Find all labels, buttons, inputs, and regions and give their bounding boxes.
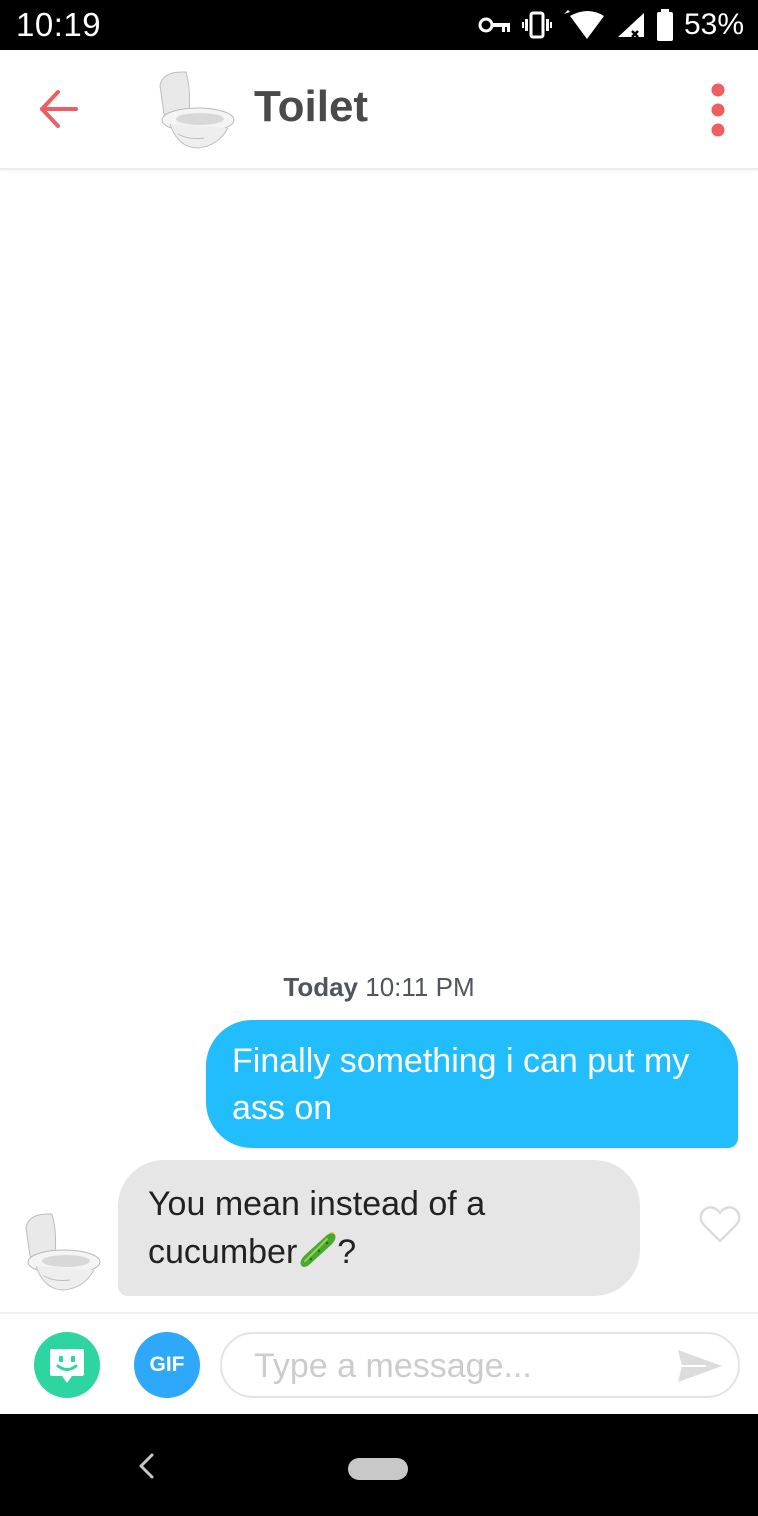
outgoing-message-text: Finally something i can put my ass on: [232, 1042, 690, 1127]
message-composer: GIF: [0, 1312, 758, 1416]
signal-icon: [617, 13, 644, 38]
sticker-icon: [50, 1349, 84, 1383]
message-input[interactable]: [252, 1342, 656, 1390]
status-icons: 53%: [478, 8, 744, 42]
page-title[interactable]: Toilet: [254, 82, 368, 132]
chat-screen: 10:19 53% Toilet Today 10:11 PM Finally …: [0, 0, 758, 1516]
sticker-button[interactable]: [34, 1332, 100, 1398]
vibrate-icon: [521, 11, 552, 39]
incoming-message-suffix: ?: [337, 1233, 357, 1271]
message-timestamp: Today 10:11 PM: [0, 972, 758, 1003]
system-nav-bar: [0, 1414, 758, 1516]
cucumber-icon: [300, 1231, 336, 1267]
outgoing-message-bubble[interactable]: Finally something i can put my ass on: [206, 1020, 738, 1148]
vpn-key-icon: [478, 17, 510, 33]
nav-back-icon[interactable]: [136, 1452, 156, 1480]
avatar[interactable]: [148, 64, 238, 154]
heart-icon[interactable]: [698, 1204, 742, 1244]
chat-header: Toilet: [0, 50, 758, 170]
status-time: 10:19: [16, 6, 102, 43]
send-icon[interactable]: [676, 1348, 724, 1384]
timestamp-time: 10:11 PM: [365, 972, 475, 1002]
battery-icon: [656, 9, 673, 41]
more-vertical-icon[interactable]: [700, 80, 736, 140]
battery-percent: 53%: [683, 8, 744, 41]
timestamp-day: Today: [283, 972, 359, 1002]
home-pill-icon[interactable]: [348, 1458, 408, 1480]
incoming-message-bubble[interactable]: You mean instead of a cucumber ?: [118, 1160, 640, 1296]
arrow-left-icon[interactable]: [36, 86, 82, 132]
sender-avatar[interactable]: [14, 1206, 104, 1296]
message-input-container: [220, 1332, 740, 1398]
gif-button[interactable]: GIF: [134, 1332, 200, 1398]
wifi-icon: [563, 10, 604, 39]
status-bar: 10:19 53%: [0, 0, 758, 50]
